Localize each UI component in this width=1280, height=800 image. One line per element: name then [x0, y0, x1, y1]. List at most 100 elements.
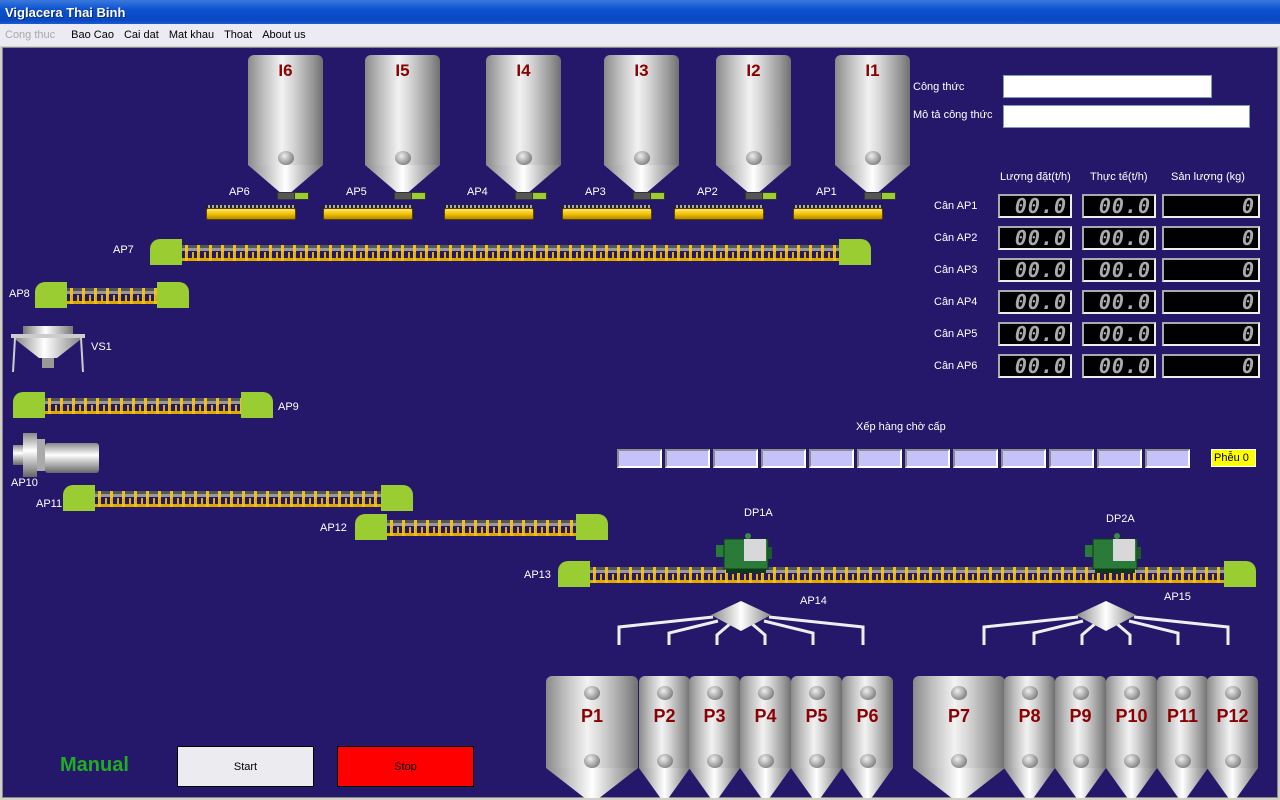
scale-label: Cân AP3	[934, 264, 978, 276]
silo-cone	[1004, 768, 1055, 798]
silo-sight-glass	[584, 686, 600, 700]
bin-p6[interactable]: P6	[842, 676, 893, 798]
queue-slot	[953, 449, 998, 468]
bin-p2[interactable]: P2	[639, 676, 690, 798]
menu-item-mat-khau[interactable]: Mat khau	[164, 29, 219, 41]
distributor-ap15[interactable]	[978, 601, 1234, 645]
actual-display: 00.0	[1082, 194, 1156, 218]
silo-cone	[546, 768, 638, 798]
bin-p12[interactable]: P12	[1207, 676, 1258, 798]
conveyor-ap11[interactable]	[63, 485, 413, 511]
menu-item-bao-cao[interactable]: Bao Cao	[66, 29, 119, 41]
bin-p3[interactable]: P3	[689, 676, 740, 798]
feeder-label: AP3	[585, 186, 606, 198]
silo-sight-glass	[808, 686, 825, 700]
silo-cone	[791, 768, 842, 798]
top-silo-i6[interactable]: I6	[248, 55, 323, 192]
feeder-frame	[793, 208, 883, 220]
bin-p7[interactable]: P7	[913, 676, 1005, 798]
menu-item-cong-thuc[interactable]: Cong thuc	[0, 29, 60, 41]
bin-p1[interactable]: P1	[546, 676, 638, 798]
conveyor-label: AP9	[278, 401, 299, 413]
silo-label: P10	[1115, 706, 1148, 726]
bin-p5[interactable]: P5	[791, 676, 842, 798]
feeder-ap3[interactable]	[562, 199, 652, 221]
silo-cone	[604, 165, 679, 192]
top-silo-i2[interactable]: I2	[716, 55, 791, 192]
silo-cone	[639, 768, 690, 798]
mode-indicator: Manual	[60, 754, 129, 776]
silo-sight-glass	[584, 754, 600, 768]
conveyor-end-cap	[13, 392, 45, 418]
queue-slot	[809, 449, 854, 468]
silo-label: P8	[1018, 706, 1041, 726]
top-silo-i5[interactable]: I5	[365, 55, 440, 192]
silo-cone	[1106, 768, 1157, 798]
setpoint-display: 00.0	[998, 194, 1072, 218]
diverter-dp2a[interactable]	[1085, 533, 1141, 573]
bin-p8[interactable]: P8	[1004, 676, 1055, 798]
feeder-ap5[interactable]	[323, 199, 413, 221]
silo-sight-glass	[1072, 686, 1089, 700]
conveyor-label: AP12	[320, 522, 347, 534]
diverter-label: DP1A	[744, 507, 773, 519]
silo-label: P7	[947, 706, 971, 726]
feeder-motor	[650, 192, 665, 200]
motor-ap10[interactable]	[13, 433, 101, 479]
silo-sight-glass	[1224, 754, 1241, 768]
distributor-label: AP14	[800, 595, 827, 607]
conveyor-ap8[interactable]	[35, 282, 189, 308]
top-silo-i3[interactable]: I3	[604, 55, 679, 192]
bin-p9[interactable]: P9	[1055, 676, 1106, 798]
silo-label: P4	[754, 706, 777, 726]
stop-button[interactable]: Stop	[337, 746, 474, 787]
feeder-ap1[interactable]	[793, 199, 883, 221]
queue-slot	[857, 449, 902, 468]
menu-item-thoat[interactable]: Thoat	[219, 29, 257, 41]
diverter-dp1a[interactable]	[716, 533, 772, 573]
silo-sight-glass	[1174, 754, 1191, 768]
screener-vs1[interactable]	[9, 326, 87, 374]
start-button[interactable]: Start	[177, 746, 314, 787]
feeder-ap2[interactable]	[674, 199, 764, 221]
queue-label: Xếp hàng chờ cấp	[856, 421, 946, 433]
queue-slot	[617, 449, 662, 468]
bin-p11[interactable]: P11	[1157, 676, 1208, 798]
feeder-frame	[562, 208, 652, 220]
bin-p10[interactable]: P10	[1106, 676, 1157, 798]
feeder-motor	[881, 192, 896, 200]
queue-slot	[713, 449, 758, 468]
recipe-input[interactable]	[1003, 75, 1212, 98]
silo-cone	[1055, 768, 1106, 798]
actual-display: 00.0	[1082, 354, 1156, 378]
distributor-ap14[interactable]	[613, 601, 869, 645]
conveyor-label: AP11	[36, 498, 63, 510]
silo-sight-glass	[656, 686, 673, 700]
actual-display: 00.0	[1082, 290, 1156, 314]
distributor-icon	[617, 601, 865, 645]
top-silo-i1[interactable]: I1	[835, 55, 910, 192]
menu-item-about-us[interactable]: About us	[257, 29, 310, 41]
silo-label: P12	[1216, 706, 1249, 726]
conveyor-ap13[interactable]	[558, 561, 1256, 587]
bin-p4[interactable]: P4	[740, 676, 791, 798]
conveyor-belt	[65, 288, 159, 304]
conveyor-label: AP7	[113, 244, 134, 256]
silo-label: I4	[516, 61, 531, 80]
conveyor-ap7[interactable]	[150, 239, 871, 265]
top-silo-i4[interactable]: I4	[486, 55, 561, 192]
feeder-motor	[411, 192, 426, 200]
output-display: 0	[1162, 290, 1260, 314]
conveyor-ap12[interactable]	[355, 514, 608, 540]
process-panel: Công thức Mô tả công thức Lượng đặt(t/h)…	[2, 47, 1278, 798]
feeder-label: AP4	[467, 186, 488, 198]
silo-sight-glass	[1123, 686, 1140, 700]
recipe-desc-input[interactable]	[1003, 105, 1250, 128]
menu-item-cai-dat[interactable]: Cai dat	[119, 29, 164, 41]
feeder-label: AP1	[816, 186, 837, 198]
feeder-ap6[interactable]	[206, 199, 296, 221]
diverter-icon	[1085, 533, 1141, 573]
actual-display: 00.0	[1082, 322, 1156, 346]
conveyor-ap9[interactable]	[13, 392, 273, 418]
feeder-ap4[interactable]	[444, 199, 534, 221]
